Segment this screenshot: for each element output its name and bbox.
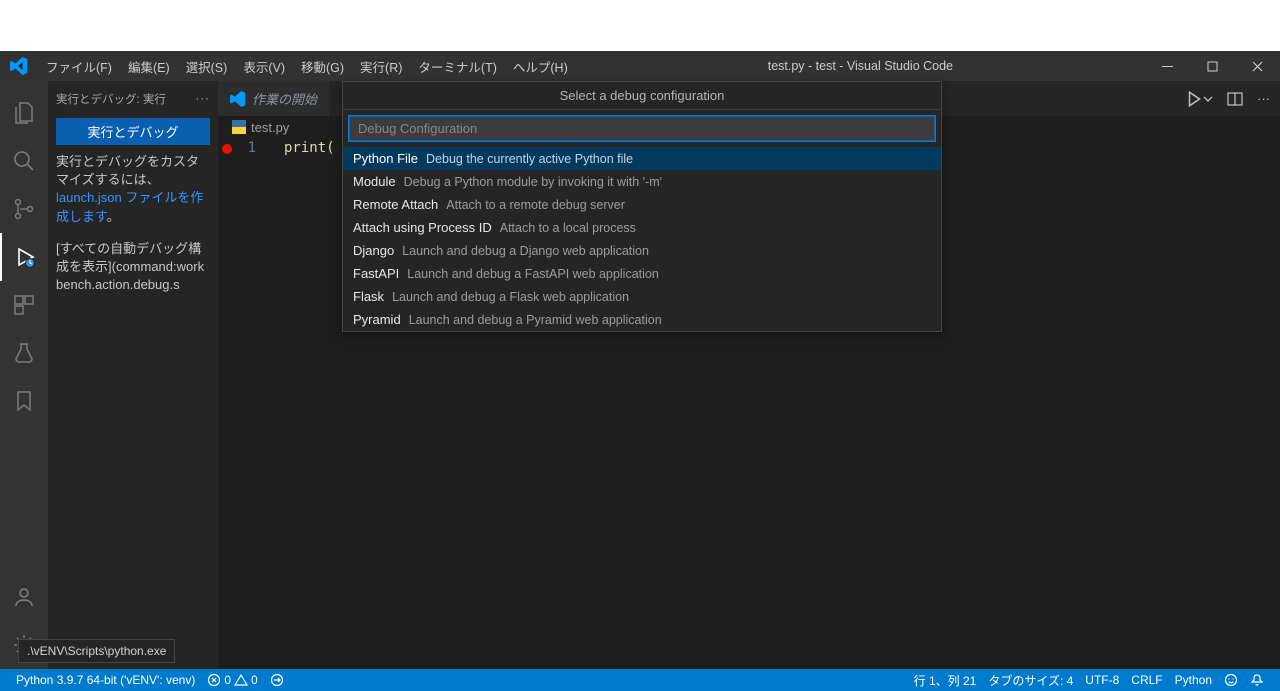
code-line[interactable]: print( <box>284 140 335 156</box>
window-maximize-button[interactable] <box>1190 51 1235 81</box>
quickpick-item-remote-attach[interactable]: Remote AttachAttach to a remote debug se… <box>343 193 941 216</box>
accounts-icon[interactable] <box>0 573 48 621</box>
status-cursor-position[interactable]: 行 1、列 21 <box>908 672 983 689</box>
debug-config-quickpick: Select a debug configuration Python File… <box>342 81 942 332</box>
interpreter-tooltip: .\vENV\Scripts\python.exe <box>18 639 175 663</box>
menu-help[interactable]: ヘルプ(H) <box>505 54 576 79</box>
titlebar: ファイル(F) 編集(E) 選択(S) 表示(V) 移動(G) 実行(R) ター… <box>0 51 1280 81</box>
window-close-button[interactable] <box>1235 51 1280 81</box>
tab-welcome[interactable]: 作業の開始 <box>218 81 329 116</box>
status-bar: Python 3.9.7 64-bit ('vENV': venv) 0 0 行… <box>0 669 1280 691</box>
more-actions-icon[interactable]: ··· <box>1257 91 1270 106</box>
warning-icon <box>234 673 248 687</box>
vscode-logo-icon <box>10 57 28 75</box>
debug-sidebar: 実行とデバッグ: 実行 ··· 実行とデバッグ 実行とデバッグをカスタマイズする… <box>48 81 218 669</box>
activity-bar <box>0 81 48 669</box>
status-language[interactable]: Python <box>1169 672 1218 689</box>
quickpick-item-python-file[interactable]: Python FileDebug the currently active Py… <box>343 147 941 170</box>
sidebar-text-2: [すべての自動デバッグ構成を表示](command:workbench.acti… <box>56 240 210 295</box>
quickpick-item-django[interactable]: DjangoLaunch and debug a Django web appl… <box>343 239 941 262</box>
menu-terminal[interactable]: ターミナル(T) <box>410 54 504 79</box>
run-play-icon[interactable] <box>1185 90 1213 108</box>
quickpick-input[interactable] <box>349 116 935 141</box>
menu-view[interactable]: 表示(V) <box>235 54 293 79</box>
quickpick-title: Select a debug configuration <box>343 82 941 110</box>
explorer-icon[interactable] <box>0 89 48 137</box>
status-feedback-icon[interactable] <box>1218 672 1244 689</box>
quickpick-item-module[interactable]: ModuleDebug a Python module by invoking … <box>343 170 941 193</box>
status-portforward-icon[interactable] <box>264 673 290 687</box>
status-python-interpreter[interactable]: Python 3.9.7 64-bit ('vENV': venv) <box>10 673 201 687</box>
extensions-icon[interactable] <box>0 281 48 329</box>
quickpick-item-flask[interactable]: FlaskLaunch and debug a Flask web applic… <box>343 285 941 308</box>
menu-run[interactable]: 実行(R) <box>352 54 410 79</box>
tab-welcome-label: 作業の開始 <box>252 89 317 108</box>
status-bell-icon[interactable] <box>1244 672 1270 689</box>
python-file-icon <box>232 120 246 134</box>
menu-select[interactable]: 選択(S) <box>178 54 236 79</box>
sidebar-text-1: 実行とデバッグをカスタマイズするには、 <box>56 154 199 187</box>
split-editor-icon[interactable] <box>1227 91 1243 107</box>
window-title: test.py - test - Visual Studio Code <box>576 59 1145 73</box>
quickpick-item-fastapi[interactable]: FastAPILaunch and debug a FastAPI web ap… <box>343 262 941 285</box>
status-indentation[interactable]: タブのサイズ: 4 <box>982 672 1079 689</box>
sidebar-header: 実行とデバッグ: 実行 <box>56 91 166 107</box>
vscode-logo-icon <box>230 91 246 107</box>
sidebar-more-icon[interactable]: ··· <box>196 93 211 105</box>
window-minimize-button[interactable] <box>1145 51 1190 81</box>
status-eol[interactable]: CRLF <box>1125 672 1168 689</box>
line-number: 1 <box>218 140 274 156</box>
menu-file[interactable]: ファイル(F) <box>38 54 120 79</box>
run-debug-icon[interactable] <box>0 233 48 281</box>
sidebar-text-1c: 。 <box>107 209 120 224</box>
status-encoding[interactable]: UTF-8 <box>1079 672 1125 689</box>
error-icon <box>207 673 221 687</box>
testing-icon[interactable] <box>0 329 48 377</box>
source-control-icon[interactable] <box>0 185 48 233</box>
menu-edit[interactable]: 編集(E) <box>120 54 178 79</box>
quickpick-item-pyramid[interactable]: PyramidLaunch and debug a Pyramid web ap… <box>343 308 941 331</box>
quickpick-item-attach-pid[interactable]: Attach using Process IDAttach to a local… <box>343 216 941 239</box>
quickpick-list: Python FileDebug the currently active Py… <box>343 147 941 331</box>
menu-go[interactable]: 移動(G) <box>293 54 352 79</box>
bookmark-icon[interactable] <box>0 377 48 425</box>
status-problems[interactable]: 0 0 <box>201 673 263 687</box>
search-icon[interactable] <box>0 137 48 185</box>
run-and-debug-button[interactable]: 実行とデバッグ <box>56 118 210 145</box>
breadcrumb-file[interactable]: test.py <box>251 120 289 135</box>
create-launch-json-link[interactable]: launch.json ファイルを作成します <box>56 190 203 223</box>
